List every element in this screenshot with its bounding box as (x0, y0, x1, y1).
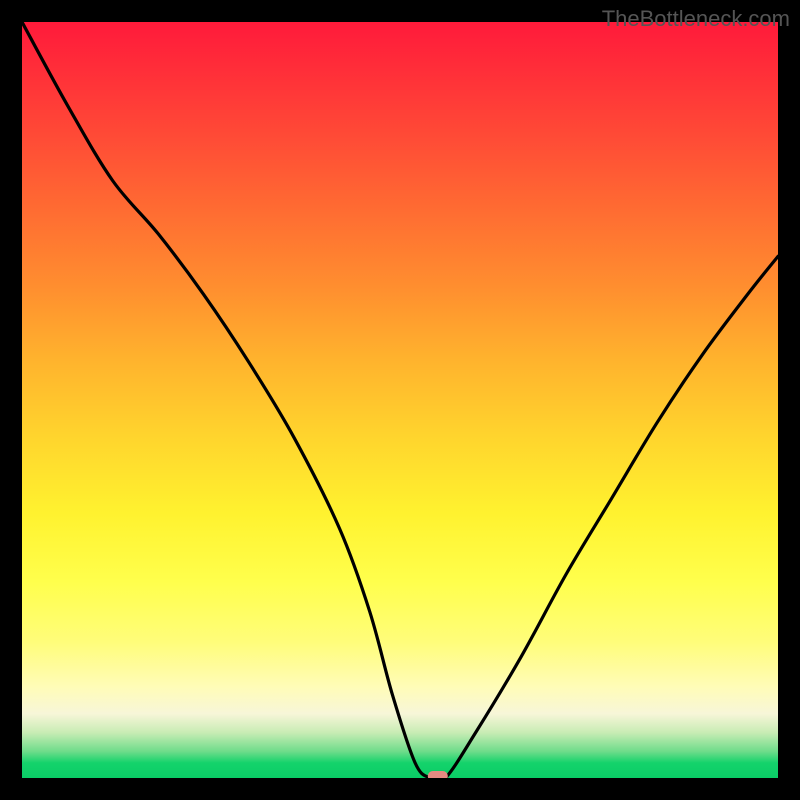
minimum-marker (428, 771, 448, 778)
bottleneck-chart (22, 22, 778, 778)
watermark-text: TheBottleneck.com (602, 6, 790, 32)
bottleneck-curve (22, 22, 778, 778)
